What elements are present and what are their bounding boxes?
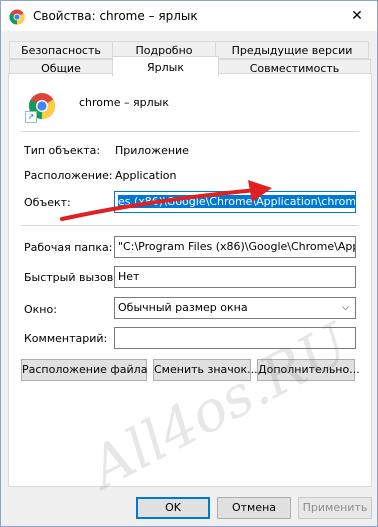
title-bar[interactable]: Свойства: chrome – ярлык ✕ [1, 1, 377, 31]
shortcut-name[interactable]: chrome – ярлык [79, 96, 169, 109]
target-value: es (x86)\Google\Chrome\Application\chrom… [118, 195, 355, 208]
hotkey-label: Быстрый вызов: [24, 271, 117, 284]
chevron-down-icon: ⌵ [342, 303, 349, 313]
run-select-value: Обычный размер окна [118, 301, 248, 314]
close-button[interactable]: ✕ [337, 1, 377, 31]
start-in-input[interactable]: "C:\Program Files (x86)\Google\Chrome\Ap… [114, 236, 356, 258]
location-label: Расположение: [24, 169, 113, 182]
window-title: Свойства: chrome – ярлык [33, 9, 198, 23]
apply-button[interactable]: Применить [298, 497, 372, 519]
target-label: Объект: [24, 196, 71, 209]
ok-button[interactable]: OK [136, 497, 210, 519]
properties-dialog: Свойства: chrome – ярлык ✕ Безопасность … [0, 0, 378, 527]
shortcut-overlay-icon: ↗ [25, 111, 37, 123]
divider [21, 225, 359, 226]
start-in-label: Рабочая папка: [24, 241, 113, 254]
type-label: Тип объекта: [24, 144, 101, 157]
comment-label: Комментарий: [24, 332, 108, 345]
chrome-icon [9, 9, 25, 25]
cancel-button[interactable]: Отмена [217, 497, 291, 519]
target-input[interactable]: es (x86)\Google\Chrome\Application\chrom… [114, 191, 356, 213]
location-value: Application [115, 169, 177, 182]
divider [21, 131, 359, 132]
tab-security[interactable]: Безопасность [9, 41, 113, 59]
type-value: Приложение [115, 144, 189, 157]
tab-shortcut[interactable]: Ярлык [112, 56, 219, 77]
tab-previous-versions[interactable]: Предыдущие версии [215, 41, 369, 59]
shortcut-tab-panel: ↗ chrome – ярлык Тип объекта: Приложение… [8, 73, 372, 501]
hotkey-input[interactable]: Нет [114, 266, 356, 288]
shortcut-app-icon: ↗ [25, 91, 57, 123]
open-file-location-button[interactable]: Расположение файла [21, 359, 147, 381]
run-label: Окно: [24, 303, 57, 316]
